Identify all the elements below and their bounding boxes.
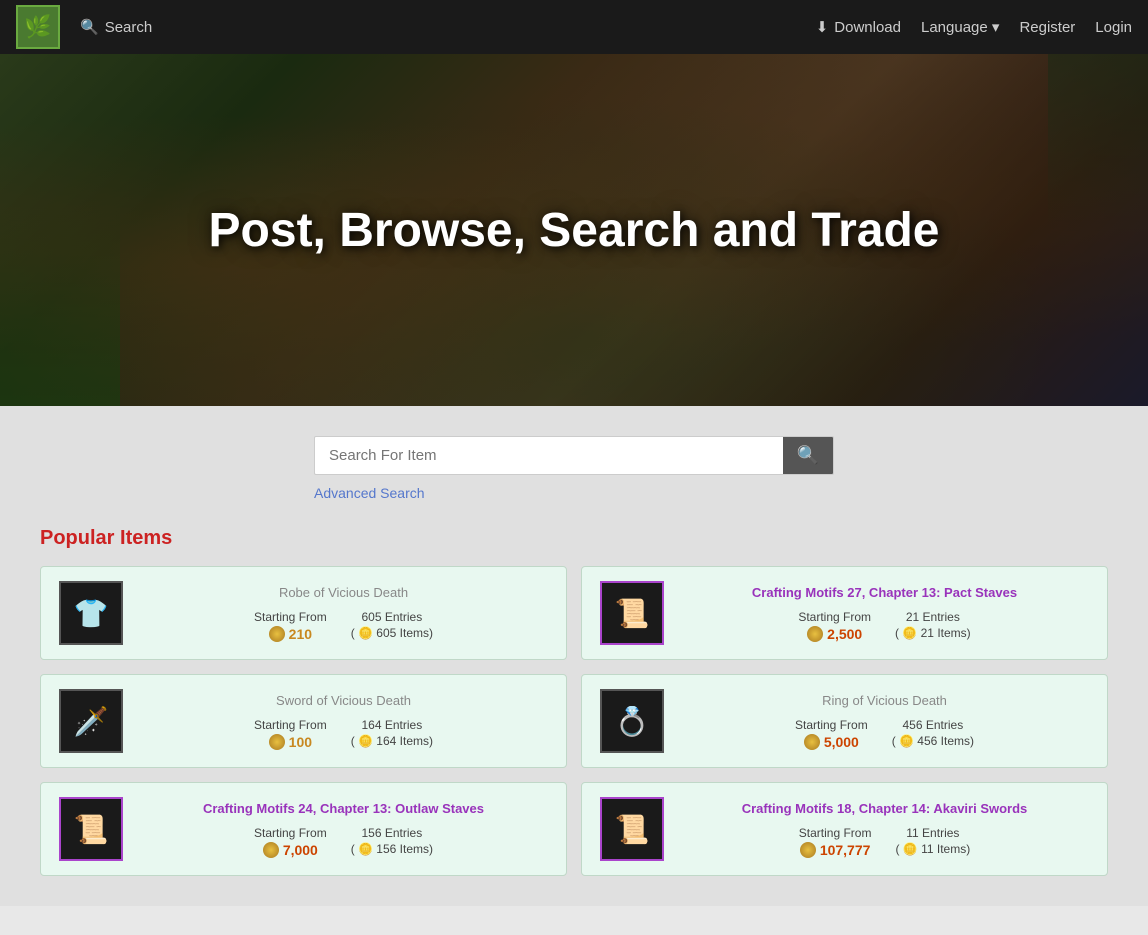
entries-count: 456 Entries <box>902 718 963 732</box>
item-icon: 🗡️ <box>59 689 123 753</box>
item-price: 107,777 <box>800 842 871 858</box>
item-price: 210 <box>269 626 312 642</box>
nav-download-label: Download <box>834 19 901 36</box>
item-name: Robe of Vicious Death <box>279 585 408 600</box>
entries-count: 156 Entries <box>361 826 422 840</box>
item-icon-symbol: 📜 <box>615 597 650 630</box>
nav-search-button[interactable]: 🔍 Search <box>80 18 152 36</box>
item-icon: 👕 <box>59 581 123 645</box>
items-count: ( 🪙 156 Items) <box>351 842 433 856</box>
coin-icon <box>269 734 285 750</box>
item-entries-block: 164 Entries ( 🪙 164 Items) <box>351 718 433 748</box>
nav-register-button[interactable]: Register <box>1019 19 1075 36</box>
nav-register-label: Register <box>1019 19 1075 36</box>
items-grid: 👕 Robe of Vicious Death Starting From 21… <box>40 566 1108 876</box>
item-name: Ring of Vicious Death <box>822 693 947 708</box>
hero-title: Post, Browse, Search and Trade <box>209 203 940 258</box>
item-price-block: Starting From 5,000 <box>795 718 868 750</box>
item-entries-block: 11 Entries ( 🪙 11 Items) <box>895 826 970 856</box>
item-entries-block: 456 Entries ( 🪙 456 Items) <box>892 718 974 748</box>
item-price: 2,500 <box>807 626 862 642</box>
popular-items-title: Popular Items <box>40 527 1108 550</box>
item-entries-block: 156 Entries ( 🪙 156 Items) <box>351 826 433 856</box>
search-submit-button[interactable]: 🔍 <box>783 437 833 474</box>
starting-from-label: Starting From <box>795 718 868 732</box>
starting-from-label: Starting From <box>254 610 327 624</box>
item-price-block: Starting From 100 <box>254 718 327 750</box>
advanced-search-link[interactable]: Advanced Search <box>314 485 425 501</box>
items-count: ( 🪙 456 Items) <box>892 734 974 748</box>
item-name: Crafting Motifs 27, Chapter 13: Pact Sta… <box>752 585 1017 600</box>
navbar: 🌿 🔍 Search ⬇ Download Language ▾ Registe… <box>0 0 1148 54</box>
entries-count: 605 Entries <box>361 610 422 624</box>
item-name: Crafting Motifs 24, Chapter 13: Outlaw S… <box>203 801 484 816</box>
item-icon-symbol: 💍 <box>615 705 650 738</box>
search-submit-icon: 🔍 <box>797 445 819 466</box>
hero-decoration-left <box>0 206 120 406</box>
starting-from-label: Starting From <box>798 610 871 624</box>
item-price: 100 <box>269 734 312 750</box>
items-count: ( 🪙 11 Items) <box>895 842 970 856</box>
coin-icon <box>263 842 279 858</box>
language-chevron-icon: ▾ <box>992 19 1000 36</box>
coin-icon <box>269 626 285 642</box>
search-input[interactable] <box>315 437 783 474</box>
item-name: Sword of Vicious Death <box>276 693 411 708</box>
entries-count: 11 Entries <box>906 826 959 840</box>
search-bar: 🔍 <box>314 436 834 475</box>
download-icon: ⬇ <box>816 18 829 36</box>
item-entries-block: 21 Entries ( 🪙 21 Items) <box>895 610 971 640</box>
nav-download-button[interactable]: ⬇ Download <box>816 18 901 36</box>
popular-items-section: Popular Items 👕 Robe of Vicious Death St… <box>0 517 1148 906</box>
items-count: ( 🪙 164 Items) <box>351 734 433 748</box>
items-count: ( 🪙 605 Items) <box>351 626 433 640</box>
nav-search-label: Search <box>105 19 153 36</box>
coin-icon <box>804 734 820 750</box>
item-card-robe-vicious-death[interactable]: 👕 Robe of Vicious Death Starting From 21… <box>40 566 567 660</box>
item-card-crafting-motifs-24[interactable]: 📜 Crafting Motifs 24, Chapter 13: Outlaw… <box>40 782 567 876</box>
nav-login-label: Login <box>1095 19 1132 36</box>
hero-banner: Post, Browse, Search and Trade <box>0 54 1148 406</box>
item-price-block: Starting From 107,777 <box>799 826 872 858</box>
item-icon: 📜 <box>59 797 123 861</box>
item-icon-symbol: 📜 <box>615 813 650 846</box>
search-area: 🔍 Advanced Search <box>0 406 1148 517</box>
item-name: Crafting Motifs 18, Chapter 14: Akaviri … <box>742 801 1028 816</box>
starting-from-label: Starting From <box>799 826 872 840</box>
item-card-crafting-motifs-27[interactable]: 📜 Crafting Motifs 27, Chapter 13: Pact S… <box>581 566 1108 660</box>
item-icon: 📜 <box>600 797 664 861</box>
nav-login-button[interactable]: Login <box>1095 19 1132 36</box>
item-card-sword-vicious-death[interactable]: 🗡️ Sword of Vicious Death Starting From … <box>40 674 567 768</box>
entries-count: 164 Entries <box>361 718 422 732</box>
item-price-block: Starting From 7,000 <box>254 826 327 858</box>
starting-from-label: Starting From <box>254 718 327 732</box>
coin-icon <box>807 626 823 642</box>
entries-count: 21 Entries <box>906 610 960 624</box>
item-card-ring-vicious-death[interactable]: 💍 Ring of Vicious Death Starting From 5,… <box>581 674 1108 768</box>
items-count: ( 🪙 21 Items) <box>895 626 971 640</box>
item-price-block: Starting From 210 <box>254 610 327 642</box>
coin-icon <box>800 842 816 858</box>
nav-language-button[interactable]: Language ▾ <box>921 18 999 36</box>
item-price: 7,000 <box>263 842 318 858</box>
item-icon-symbol: 📜 <box>74 813 109 846</box>
item-price-block: Starting From 2,500 <box>798 610 871 642</box>
item-icon: 📜 <box>600 581 664 645</box>
item-icon-symbol: 👕 <box>74 597 109 630</box>
item-card-crafting-motifs-18[interactable]: 📜 Crafting Motifs 18, Chapter 14: Akavir… <box>581 782 1108 876</box>
search-icon: 🔍 <box>80 18 99 36</box>
hero-decoration-right <box>1048 54 1148 234</box>
item-price: 5,000 <box>804 734 859 750</box>
nav-language-label: Language <box>921 19 988 36</box>
item-entries-block: 605 Entries ( 🪙 605 Items) <box>351 610 433 640</box>
item-icon: 💍 <box>600 689 664 753</box>
logo-icon: 🌿 <box>24 14 51 40</box>
starting-from-label: Starting From <box>254 826 327 840</box>
site-logo[interactable]: 🌿 <box>16 5 60 49</box>
item-icon-symbol: 🗡️ <box>74 705 109 738</box>
